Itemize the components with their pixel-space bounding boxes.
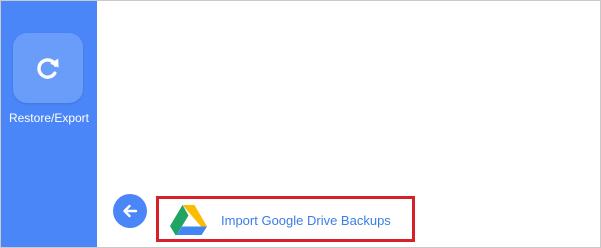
sidebar: Restore/Export	[1, 1, 97, 247]
refresh-icon	[37, 58, 59, 79]
back-button[interactable]	[113, 194, 147, 228]
import-google-drive-backups-option[interactable]: Import Google Drive Backups	[170, 204, 410, 236]
arrow-left-icon	[123, 204, 138, 218]
sidebar-item-label: Restore/Export	[8, 111, 90, 125]
google-drive-icon	[170, 205, 207, 235]
restore-export-button[interactable]	[13, 33, 83, 103]
import-option-label: Import Google Drive Backups	[221, 213, 391, 228]
